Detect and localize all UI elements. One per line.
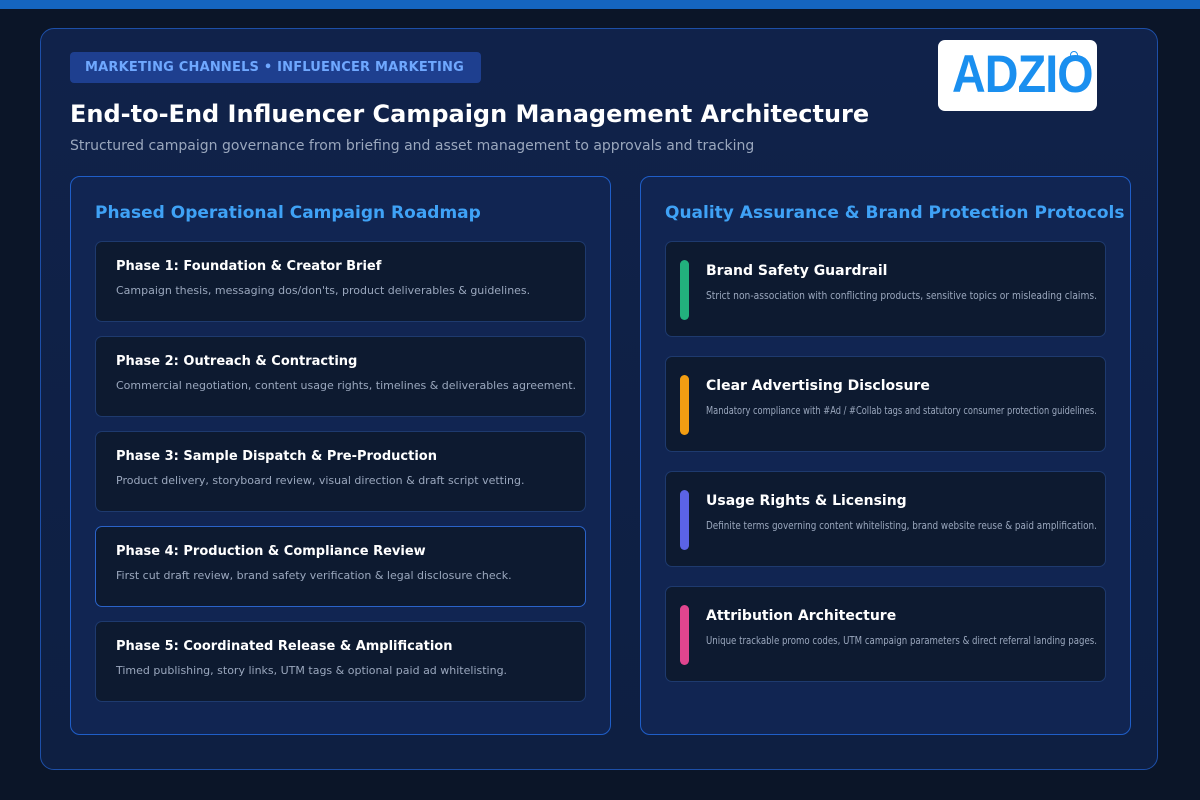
protocol-description: Mandatory compliance with #Ad / #Collab … <box>706 404 1097 417</box>
protocols-panel-title: Quality Assurance & Brand Protection Pro… <box>665 203 1125 223</box>
page-subtitle: Structured campaign governance from brie… <box>70 138 755 154</box>
adzio-logo: ADZIO <box>938 40 1097 111</box>
accent-bar <box>680 375 689 435</box>
protocol-card-disclosure: Clear Advertising Disclosure Mandatory c… <box>665 356 1106 452</box>
phase-description: First cut draft review, brand safety ver… <box>116 569 512 582</box>
phase-description: Product delivery, storyboard review, vis… <box>116 474 525 487</box>
phase-title: Phase 5: Coordinated Release & Amplifica… <box>116 639 453 654</box>
category-tag: MARKETING CHANNELS • INFLUENCER MARKETIN… <box>70 52 481 83</box>
phase-card-5: Phase 5: Coordinated Release & Amplifica… <box>95 621 586 702</box>
phase-title: Phase 4: Production & Compliance Review <box>116 544 426 559</box>
phase-title: Phase 1: Foundation & Creator Brief <box>116 259 382 274</box>
phase-card-2: Phase 2: Outreach & Contracting Commerci… <box>95 336 586 417</box>
phase-description: Commercial negotiation, content usage ri… <box>116 379 577 392</box>
protocol-description: Definite terms governing content whiteli… <box>706 519 1097 532</box>
top-accent-bar <box>0 0 1200 9</box>
accent-bar <box>680 605 689 665</box>
protocol-description: Strict non-association with conflicting … <box>706 289 1098 302</box>
accent-bar <box>680 260 689 320</box>
protocol-description: Unique trackable promo codes, UTM campai… <box>706 634 1097 647</box>
phase-title: Phase 2: Outreach & Contracting <box>116 354 358 369</box>
accent-bar <box>680 490 689 550</box>
phase-title: Phase 3: Sample Dispatch & Pre-Productio… <box>116 449 437 464</box>
protocol-title: Clear Advertising Disclosure <box>706 378 930 394</box>
protocols-panel: Quality Assurance & Brand Protection Pro… <box>640 176 1131 735</box>
registered-mark-icon <box>1070 51 1078 59</box>
phase-card-1: Phase 1: Foundation & Creator Brief Camp… <box>95 241 586 322</box>
phase-description: Timed publishing, story links, UTM tags … <box>116 664 508 677</box>
protocol-card-brand-safety: Brand Safety Guardrail Strict non-associ… <box>665 241 1106 337</box>
protocol-card-usage-rights: Usage Rights & Licensing Definite terms … <box>665 471 1106 567</box>
phase-description: Campaign thesis, messaging dos/don'ts, p… <box>116 284 531 297</box>
protocol-title: Brand Safety Guardrail <box>706 263 888 279</box>
roadmap-panel: Phased Operational Campaign Roadmap Phas… <box>70 176 611 735</box>
roadmap-panel-title: Phased Operational Campaign Roadmap <box>95 203 481 223</box>
protocol-card-attribution: Attribution Architecture Unique trackabl… <box>665 586 1106 682</box>
protocol-title: Usage Rights & Licensing <box>706 493 907 509</box>
protocol-title: Attribution Architecture <box>706 608 897 624</box>
phase-card-3: Phase 3: Sample Dispatch & Pre-Productio… <box>95 431 586 512</box>
page-title: End-to-End Influencer Campaign Managemen… <box>70 100 870 128</box>
phase-card-4: Phase 4: Production & Compliance Review … <box>95 526 586 607</box>
